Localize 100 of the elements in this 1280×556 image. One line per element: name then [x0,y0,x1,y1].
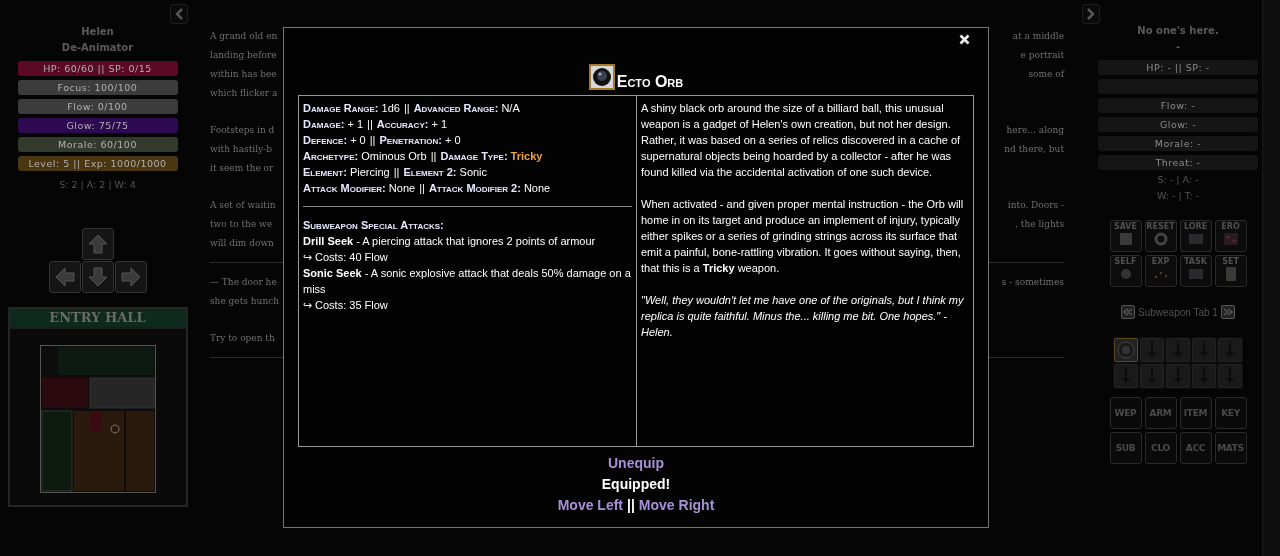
close-icon [958,33,970,45]
story-text: it seem the or [210,162,274,175]
orb-icon [1117,341,1135,359]
npc-subtitle: - [1175,40,1181,54]
orb-icon [588,64,615,90]
subweapon-tab-label: Subweapon Tab 1 [1138,306,1218,318]
attack-description: Drill Seek - A piercing attack that ignores 2 points of armour [303,234,597,249]
cycle-icon [1152,232,1169,246]
previous-tab-button[interactable] [1121,305,1136,319]
category-button[interactable]: ARM [1144,397,1177,429]
attack-cost: ↪ Costs: 35 Flow [303,298,389,313]
story-text: Try to open th [210,332,275,345]
inventory-slot[interactable] [1140,364,1164,388]
attributes-text: W: - | T: - [1156,189,1200,203]
story-text: into. Doors - [1007,199,1064,212]
menu-button[interactable]: SELF [1109,255,1142,287]
move-down-button[interactable] [81,261,114,293]
inventory-slot[interactable] [1166,364,1190,388]
inventory-slot[interactable] [1114,364,1138,388]
unequip-link[interactable]: Unequip [608,453,664,474]
inventory-slot[interactable] [1114,338,1138,362]
stat-bar: HP: - || SP: - [1098,60,1258,75]
category-button[interactable]: ACC [1179,432,1212,464]
story-text: within has bee [210,68,277,81]
expand-button[interactable] [1082,4,1100,24]
menu-button[interactable]: ERO [1214,220,1247,252]
stat-line: Element: Piercing || Element 2: Sonic [303,165,489,180]
stat-bar: HP: 60/60 || SP: 0/15 [17,61,178,76]
character-class: De-Animator [61,41,134,55]
stat-bar: Focus: 100/100 [17,80,178,95]
menu-button[interactable]: SAVE [1109,220,1142,252]
story-text: two to the we [210,218,273,231]
category-button[interactable]: MATS [1214,432,1247,464]
inventory-slot[interactable] [1192,364,1216,388]
inventory-slot[interactable] [1218,338,1242,362]
story-text: will dim down [210,237,274,250]
double-arrow-right-icon [1222,307,1233,317]
description-paragraph: When activated - and given proper mental instruction - the Orb will home in on its target and produce an implement of injury, typically either spikes or a series of grinding strings across its surface that emit a painful, bone-rattling vibration. It goes without saying, then, that this is a Tricky weapon. [641,197,965,276]
attributes-text: S: - | A: - [1157,173,1199,187]
story-text: with hastily-b [210,143,272,156]
inventory-slot[interactable] [1166,338,1190,362]
category-button[interactable]: CLO [1144,432,1177,464]
story-text: some of [1028,68,1064,81]
close-button[interactable] [957,32,971,46]
menu-button[interactable]: RESET [1144,220,1177,252]
stat-line: Defence: + 0 || Penetration: + 0 [303,133,462,148]
story-text: A set of waitin [210,199,276,212]
menu-button[interactable]: EXP [1144,255,1177,287]
next-tab-button[interactable] [1220,305,1235,319]
story-text: she gets hunch [210,295,279,308]
inventory-slot[interactable] [1218,364,1242,388]
double-arrow-left-icon [1123,307,1134,317]
menu-button[interactable]: LORE [1179,220,1212,252]
inventory-slot[interactable] [1192,338,1216,362]
description-paragraph: "Well, they wouldn't let me have one of the originals, but I think my replica is quite faithful. Minus the... killing me bit. One hopes." - Helen. [641,293,965,340]
attacks-heading: Subweapon Special Attacks: [303,218,445,233]
stat-bar: Threat: - [1098,155,1258,170]
npc-name: No one's here. [1137,24,1219,38]
arrow-up-icon [86,233,109,255]
story-text: here... along [1006,124,1064,137]
stat-bar: Glow: - [1098,117,1258,132]
character-name: Helen [81,25,114,39]
move-right-link[interactable]: Move Right [638,495,715,516]
stat-bar: Glow: 75/75 [17,118,178,133]
description-paragraph: A shiny black orb around the size of a billiard ball, this unusual weapon is a gadget of Helen's own creation, but not her design. Rather, it was based on a series of relics discovered in a cache of supernatural objects being hoarded by a collector - after he was found killed via the accidental activation of one such device. [641,101,962,180]
attributes-text: S: 2 | A: 2 | W: 4 [59,179,136,190]
category-button[interactable]: ITEM [1179,397,1212,429]
stat-line: Archetype: Ominous Orb || Damage Type: Tricky [303,149,544,164]
arrow-down-icon [86,266,109,288]
move-up-button[interactable] [81,228,114,260]
stat-bar: Morale: - [1098,136,1258,151]
attack-cost: ↪ Costs: 40 Flow [303,250,389,265]
collapse-button[interactable] [170,4,188,24]
story-text: A grand old en [210,30,278,43]
move-left-link[interactable]: Move Left [557,495,623,516]
stat-line: Attack Modifier: None || Attack Modifier 2: None [303,181,552,196]
inventory-slot[interactable] [1140,338,1164,362]
stat-line: Damage: + 1 || Accuracy: + 1 [303,117,449,132]
story-text: e portrait [1020,49,1064,62]
stat-bar: Morale: 60/100 [17,137,178,152]
stat-bar: Level: 5 || Exp: 1000/1000 [17,156,178,171]
category-button[interactable]: KEY [1214,397,1247,429]
equipped-status: Equipped! [601,475,671,494]
chevron-left-icon [174,8,184,20]
story-text: , the lights [1015,218,1064,231]
stat-bar: Flow: 0/100 [17,99,178,114]
story-text: at a middle [1012,30,1064,43]
item-title: Ecto Orb [616,74,684,90]
move-left-button[interactable] [48,261,81,293]
stat-line: Damage Range: 1d6 || Advanced Range: N/A [303,101,521,116]
story-text: Footsteps in d [210,124,275,137]
stat-bar: Flow: - [1098,98,1258,113]
category-button[interactable]: SUB [1109,432,1142,464]
menu-button[interactable]: TASK [1179,255,1212,287]
category-button[interactable]: WEP [1109,397,1142,429]
menu-button[interactable]: SET [1214,255,1247,287]
map-title: ENTRY HALL [9,309,186,329]
chevron-right-icon [1086,8,1096,20]
story-text: which flicker a [210,87,278,100]
move-right-button[interactable] [114,261,147,293]
